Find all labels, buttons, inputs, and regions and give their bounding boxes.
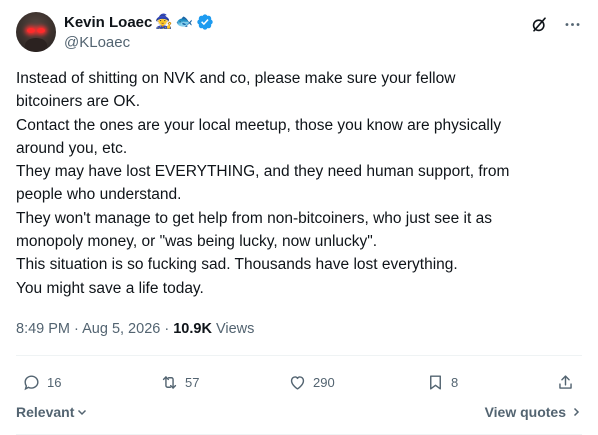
bookmark-icon [430, 374, 441, 390]
header-actions [530, 15, 582, 34]
author-name[interactable]: Kevin Loaec [64, 14, 152, 31]
wizard-emoji: 🧙 [155, 14, 173, 30]
tweet-time[interactable]: 8:49 PM [16, 321, 70, 337]
tweet-text: Instead of shitting on NVK and co, pleas… [16, 67, 582, 300]
tweet-line: They may have lost EVERYTHING, and they … [16, 163, 510, 181]
action-bar: 16 57 290 8 [16, 368, 582, 396]
view-quotes-link[interactable]: View quotes [485, 404, 582, 420]
repost-button[interactable]: 57 [160, 373, 199, 392]
tweet-meta: 8:49 PM · Aug 5, 2026 · 10.9K Views [16, 321, 254, 337]
meta-separator: · [74, 321, 79, 337]
tweet-line: Instead of shitting on NVK and co, pleas… [16, 70, 456, 87]
replies-footer: Relevant View quotes [16, 404, 582, 426]
reply-count: 16 [47, 374, 62, 390]
tweet-line: Contact the ones are your local meetup, … [16, 116, 502, 134]
verified-badge-icon[interactable] [196, 13, 214, 31]
bookmark-count: 8 [451, 374, 459, 390]
tweet-line: monopoly money, or "was being lucky, now… [16, 233, 378, 251]
chevron-right-icon [573, 407, 580, 417]
share-button[interactable] [556, 373, 575, 392]
heart-icon [290, 375, 305, 390]
tweet-line: bitcoiners are OK. [16, 93, 141, 111]
tweet-line: around you, etc. [16, 139, 128, 157]
grok-icon[interactable] [530, 15, 549, 34]
sort-label: Relevant [16, 404, 75, 420]
views-count: 10.9K [173, 321, 212, 337]
tweet-line: This situation is so fucking sad. Thousa… [16, 256, 458, 274]
author-name-row: Kevin Loaec 🧙 🐟 [64, 13, 214, 31]
tweet-line: You might save a life today. [16, 279, 204, 297]
repost-count: 57 [185, 374, 200, 390]
divider [16, 355, 582, 356]
more-icon[interactable] [563, 15, 582, 34]
share-icon [559, 374, 572, 389]
avatar-laser-eye-left [27, 28, 35, 33]
tweet-header: Kevin Loaec 🧙 🐟 @KLoaec [16, 12, 582, 54]
view-quotes-label: View quotes [484, 404, 566, 420]
avatar-beard [25, 38, 47, 52]
avatar[interactable] [16, 12, 56, 52]
reply-icon [24, 374, 39, 390]
repost-icon [162, 375, 177, 389]
sort-dropdown[interactable]: Relevant [16, 404, 88, 420]
chevron-down-icon [78, 409, 87, 416]
like-count: 290 [313, 374, 335, 390]
author-handle[interactable]: @KLoaec [64, 34, 130, 51]
tweet-line: They won't manage to get help from non-b… [16, 209, 492, 227]
fish-emoji: 🐟 [175, 14, 194, 30]
views-label: Views [215, 321, 255, 337]
reply-button[interactable]: 16 [22, 373, 61, 392]
meta-separator: · [164, 321, 170, 337]
avatar-laser-eye-right [37, 28, 45, 33]
like-button[interactable]: 290 [288, 373, 335, 392]
tweet-line: people who understand. [16, 186, 182, 204]
tweet-date[interactable]: Aug 5, 2026 [82, 321, 160, 337]
bookmark-button[interactable]: 8 [426, 373, 458, 392]
